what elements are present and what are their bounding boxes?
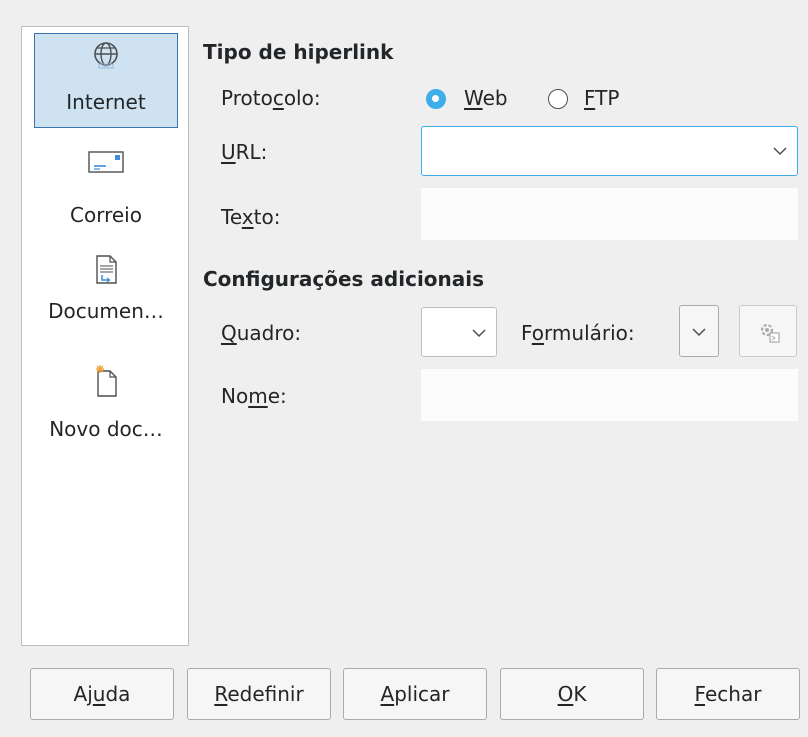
- url-combobox[interactable]: [421, 126, 798, 176]
- category-label: Documen…: [48, 299, 164, 323]
- globe-icon: [94, 42, 118, 69]
- category-document[interactable]: Documen…: [34, 247, 178, 342]
- chevron-down-icon[interactable]: [472, 329, 486, 338]
- document-icon: [96, 255, 117, 284]
- help-button[interactable]: Ajuda: [30, 668, 174, 720]
- section-title-additional-settings: Configurações adicionais: [203, 267, 485, 291]
- form-label: Formulário:: [521, 321, 635, 345]
- category-new-document[interactable]: Novo doc…: [34, 361, 178, 456]
- text-field[interactable]: [421, 188, 798, 240]
- name-label: Nome:: [221, 384, 287, 408]
- reset-button[interactable]: Redefinir: [187, 668, 331, 720]
- url-label: URL:: [221, 140, 268, 164]
- ftp-radio-label[interactable]: FTP: [584, 86, 619, 110]
- ok-button[interactable]: OK: [500, 668, 644, 720]
- category-label: Novo doc…: [49, 417, 163, 441]
- name-field[interactable]: [421, 369, 798, 421]
- form-dropdown-button[interactable]: [679, 305, 719, 357]
- events-button[interactable]: [739, 305, 797, 357]
- close-button[interactable]: Fechar: [656, 668, 800, 720]
- chevron-down-icon[interactable]: [692, 328, 706, 337]
- section-title-hyperlink-type: Tipo de hiperlink: [203, 40, 394, 64]
- gear-icon: [760, 323, 780, 343]
- frame-label: Quadro:: [221, 321, 302, 345]
- web-radio-label[interactable]: Web: [464, 86, 508, 110]
- ftp-radio[interactable]: [548, 89, 568, 109]
- web-radio[interactable]: [426, 89, 446, 109]
- frame-combobox[interactable]: [421, 307, 497, 357]
- text-label: Texto:: [221, 205, 281, 229]
- category-label: Internet: [66, 90, 146, 114]
- apply-button[interactable]: Aplicar: [343, 668, 487, 720]
- chevron-down-icon[interactable]: [773, 147, 787, 156]
- category-mail[interactable]: Correio: [34, 139, 178, 234]
- category-label: Correio: [70, 203, 142, 227]
- protocol-label: Protocolo:: [221, 86, 321, 110]
- hyperlink-category-list: Internet Correio Documen… Novo doc…: [21, 26, 189, 646]
- new-document-icon: [96, 365, 117, 397]
- mail-icon: [88, 151, 124, 173]
- category-internet[interactable]: Internet: [34, 33, 178, 128]
